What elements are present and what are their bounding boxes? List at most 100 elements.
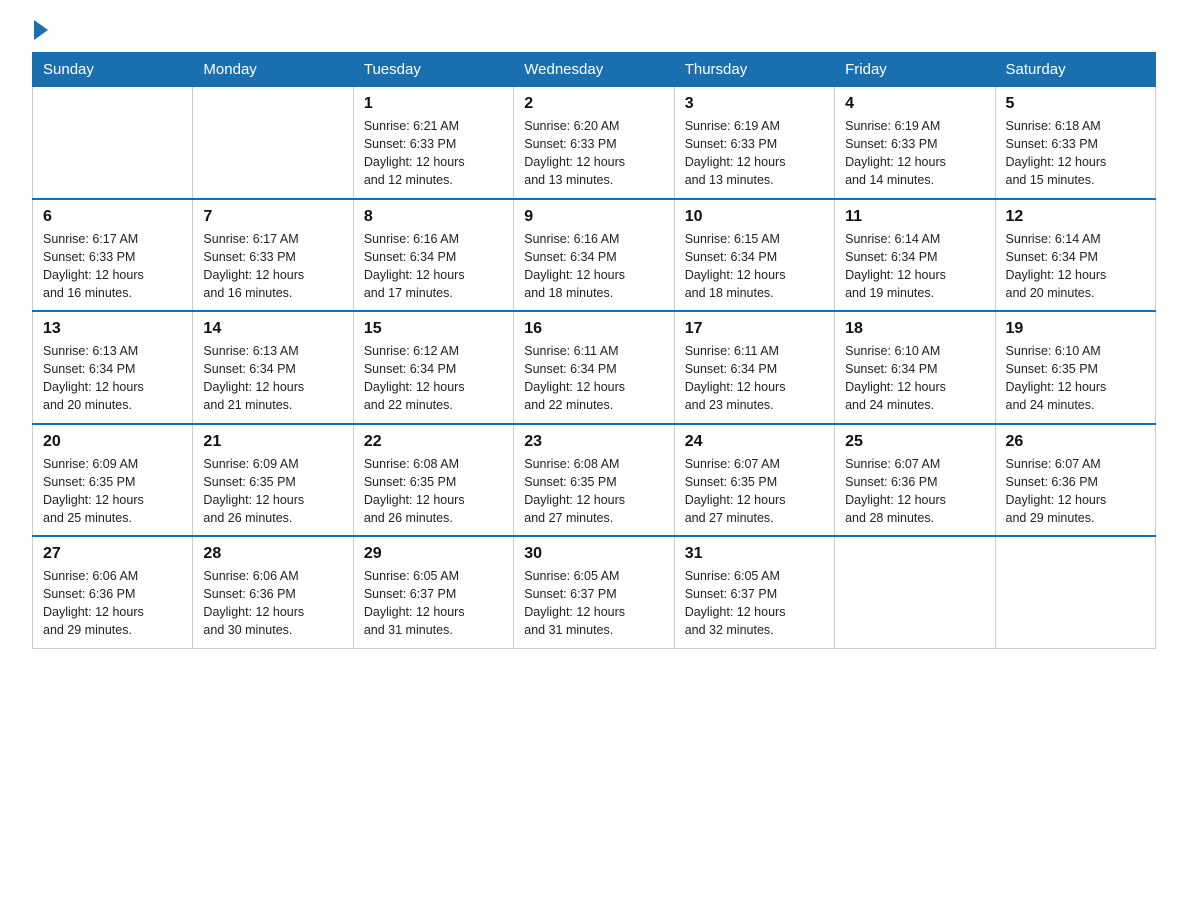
calendar-cell: 12Sunrise: 6:14 AMSunset: 6:34 PMDayligh… xyxy=(995,199,1155,312)
day-number: 29 xyxy=(364,545,503,563)
day-number: 16 xyxy=(524,320,663,338)
day-number: 19 xyxy=(1006,320,1145,338)
day-info: Sunrise: 6:12 AMSunset: 6:34 PMDaylight:… xyxy=(364,342,503,415)
calendar-cell: 30 Sunrise: 6:05 AMSunset: 6:37 PMDayligh… xyxy=(514,536,674,648)
day-number: 10 xyxy=(685,208,824,226)
calendar-table: SundayMondayTuesdayWednesdayThursdayFrid… xyxy=(32,52,1156,649)
day-number: 1 xyxy=(364,95,503,113)
day-info: Sunrise: 6:21 AMSunset: 6:33 PMDaylight:… xyxy=(364,117,503,190)
day-number: 27 xyxy=(43,545,182,563)
calendar-cell: 29 Sunrise: 6:05 AMSunset: 6:37 PMDayligh… xyxy=(353,536,513,648)
day-info: Sunrise: 6:16 AMSunset: 6:34 PMDaylight:… xyxy=(364,230,503,303)
day-info: Sunrise: 6:17 AMSunset: 6:33 PMDaylight:… xyxy=(43,230,182,303)
calendar-cell: 3 Sunrise: 6:19 AMSunset: 6:33 PMDaylight… xyxy=(674,87,834,199)
day-info: Sunrise: 6:13 AMSunset: 6:34 PMDaylight:… xyxy=(43,342,182,415)
calendar-cell: 7 Sunrise: 6:17 AMSunset: 6:33 PMDaylight… xyxy=(193,199,353,312)
calendar-cell: 26 Sunrise: 6:07 AMSunset: 6:36 PMDayligh… xyxy=(995,424,1155,537)
day-info: Sunrise: 6:10 AMSunset: 6:34 PMDaylight:… xyxy=(845,342,984,415)
day-info: Sunrise: 6:10 AMSunset: 6:35 PMDaylight:… xyxy=(1006,342,1145,415)
day-number: 26 xyxy=(1006,433,1145,451)
day-number: 5 xyxy=(1006,95,1145,113)
day-info: Sunrise: 6:11 AMSunset: 6:34 PMDaylight:… xyxy=(524,342,663,415)
column-header-wednesday: Wednesday xyxy=(514,53,674,87)
day-info: Sunrise: 6:14 AMSunset: 6:34 PMDaylight:… xyxy=(845,230,984,303)
day-number: 13 xyxy=(43,320,182,338)
day-info: Sunrise: 6:08 AMSunset: 6:35 PMDaylight:… xyxy=(524,455,663,528)
calendar-cell: 10 Sunrise: 6:15 AMSunset: 6:34 PMDayligh… xyxy=(674,199,834,312)
day-number: 25 xyxy=(845,433,984,451)
calendar-cell: 15Sunrise: 6:12 AMSunset: 6:34 PMDayligh… xyxy=(353,311,513,424)
calendar-cell: 21Sunrise: 6:09 AMSunset: 6:35 PMDayligh… xyxy=(193,424,353,537)
day-number: 23 xyxy=(524,433,663,451)
day-number: 11 xyxy=(845,208,984,226)
day-number: 3 xyxy=(685,95,824,113)
day-info: Sunrise: 6:20 AMSunset: 6:33 PMDaylight:… xyxy=(524,117,663,190)
calendar-cell: 28 Sunrise: 6:06 AMSunset: 6:36 PMDayligh… xyxy=(193,536,353,648)
column-header-saturday: Saturday xyxy=(995,53,1155,87)
calendar-cell: 17Sunrise: 6:11 AMSunset: 6:34 PMDayligh… xyxy=(674,311,834,424)
day-info: Sunrise: 6:19 AMSunset: 6:33 PMDaylight:… xyxy=(685,117,824,190)
calendar-week-row: 6 Sunrise: 6:17 AMSunset: 6:33 PMDaylight… xyxy=(33,199,1156,312)
day-info: Sunrise: 6:05 AMSunset: 6:37 PMDaylight:… xyxy=(524,567,663,640)
day-number: 17 xyxy=(685,320,824,338)
day-number: 28 xyxy=(203,545,342,563)
day-info: Sunrise: 6:05 AMSunset: 6:37 PMDaylight:… xyxy=(364,567,503,640)
calendar-cell: 11 Sunrise: 6:14 AMSunset: 6:34 PMDayligh… xyxy=(835,199,995,312)
calendar-cell: 22Sunrise: 6:08 AMSunset: 6:35 PMDayligh… xyxy=(353,424,513,537)
logo xyxy=(32,24,48,40)
column-header-sunday: Sunday xyxy=(33,53,193,87)
column-header-friday: Friday xyxy=(835,53,995,87)
day-info: Sunrise: 6:09 AMSunset: 6:35 PMDaylight:… xyxy=(43,455,182,528)
day-info: Sunrise: 6:15 AMSunset: 6:34 PMDaylight:… xyxy=(685,230,824,303)
day-info: Sunrise: 6:18 AMSunset: 6:33 PMDaylight:… xyxy=(1006,117,1145,190)
calendar-cell xyxy=(33,87,193,199)
calendar-week-row: 20 Sunrise: 6:09 AMSunset: 6:35 PMDayligh… xyxy=(33,424,1156,537)
calendar-cell xyxy=(835,536,995,648)
calendar-cell: 18Sunrise: 6:10 AMSunset: 6:34 PMDayligh… xyxy=(835,311,995,424)
calendar-cell: 20 Sunrise: 6:09 AMSunset: 6:35 PMDayligh… xyxy=(33,424,193,537)
day-info: Sunrise: 6:08 AMSunset: 6:35 PMDaylight:… xyxy=(364,455,503,528)
calendar-cell: 13 Sunrise: 6:13 AMSunset: 6:34 PMDayligh… xyxy=(33,311,193,424)
calendar-cell: 14Sunrise: 6:13 AMSunset: 6:34 PMDayligh… xyxy=(193,311,353,424)
calendar-cell: 19 Sunrise: 6:10 AMSunset: 6:35 PMDayligh… xyxy=(995,311,1155,424)
calendar-cell: 2 Sunrise: 6:20 AMSunset: 6:33 PMDaylight… xyxy=(514,87,674,199)
calendar-cell: 31Sunrise: 6:05 AMSunset: 6:37 PMDayligh… xyxy=(674,536,834,648)
day-number: 6 xyxy=(43,208,182,226)
column-header-monday: Monday xyxy=(193,53,353,87)
calendar-week-row: 1 Sunrise: 6:21 AMSunset: 6:33 PMDaylight… xyxy=(33,87,1156,199)
day-info: Sunrise: 6:07 AMSunset: 6:35 PMDaylight:… xyxy=(685,455,824,528)
day-info: Sunrise: 6:17 AMSunset: 6:33 PMDaylight:… xyxy=(203,230,342,303)
calendar-cell: 23 Sunrise: 6:08 AMSunset: 6:35 PMDayligh… xyxy=(514,424,674,537)
calendar-cell: 6 Sunrise: 6:17 AMSunset: 6:33 PMDaylight… xyxy=(33,199,193,312)
day-number: 21 xyxy=(203,433,342,451)
day-number: 4 xyxy=(845,95,984,113)
column-header-tuesday: Tuesday xyxy=(353,53,513,87)
calendar-header-row: SundayMondayTuesdayWednesdayThursdayFrid… xyxy=(33,53,1156,87)
calendar-cell: 24 Sunrise: 6:07 AMSunset: 6:35 PMDayligh… xyxy=(674,424,834,537)
calendar-cell: 5 Sunrise: 6:18 AMSunset: 6:33 PMDaylight… xyxy=(995,87,1155,199)
calendar-cell xyxy=(193,87,353,199)
calendar-cell: 25Sunrise: 6:07 AMSunset: 6:36 PMDayligh… xyxy=(835,424,995,537)
page-header xyxy=(32,24,1156,40)
day-number: 31 xyxy=(685,545,824,563)
day-number: 20 xyxy=(43,433,182,451)
calendar-week-row: 27 Sunrise: 6:06 AMSunset: 6:36 PMDayligh… xyxy=(33,536,1156,648)
logo-triangle-icon xyxy=(34,20,48,40)
day-info: Sunrise: 6:06 AMSunset: 6:36 PMDaylight:… xyxy=(43,567,182,640)
calendar-cell: 8Sunrise: 6:16 AMSunset: 6:34 PMDaylight… xyxy=(353,199,513,312)
day-info: Sunrise: 6:19 AMSunset: 6:33 PMDaylight:… xyxy=(845,117,984,190)
day-info: Sunrise: 6:14 AMSunset: 6:34 PMDaylight:… xyxy=(1006,230,1145,303)
day-number: 24 xyxy=(685,433,824,451)
day-number: 30 xyxy=(524,545,663,563)
day-number: 7 xyxy=(203,208,342,226)
calendar-cell: 4 Sunrise: 6:19 AMSunset: 6:33 PMDaylight… xyxy=(835,87,995,199)
column-header-thursday: Thursday xyxy=(674,53,834,87)
calendar-cell: 27 Sunrise: 6:06 AMSunset: 6:36 PMDayligh… xyxy=(33,536,193,648)
day-info: Sunrise: 6:07 AMSunset: 6:36 PMDaylight:… xyxy=(1006,455,1145,528)
calendar-cell: 1 Sunrise: 6:21 AMSunset: 6:33 PMDaylight… xyxy=(353,87,513,199)
calendar-cell: 16 Sunrise: 6:11 AMSunset: 6:34 PMDayligh… xyxy=(514,311,674,424)
calendar-cell xyxy=(995,536,1155,648)
calendar-week-row: 13 Sunrise: 6:13 AMSunset: 6:34 PMDayligh… xyxy=(33,311,1156,424)
day-info: Sunrise: 6:06 AMSunset: 6:36 PMDaylight:… xyxy=(203,567,342,640)
day-number: 2 xyxy=(524,95,663,113)
